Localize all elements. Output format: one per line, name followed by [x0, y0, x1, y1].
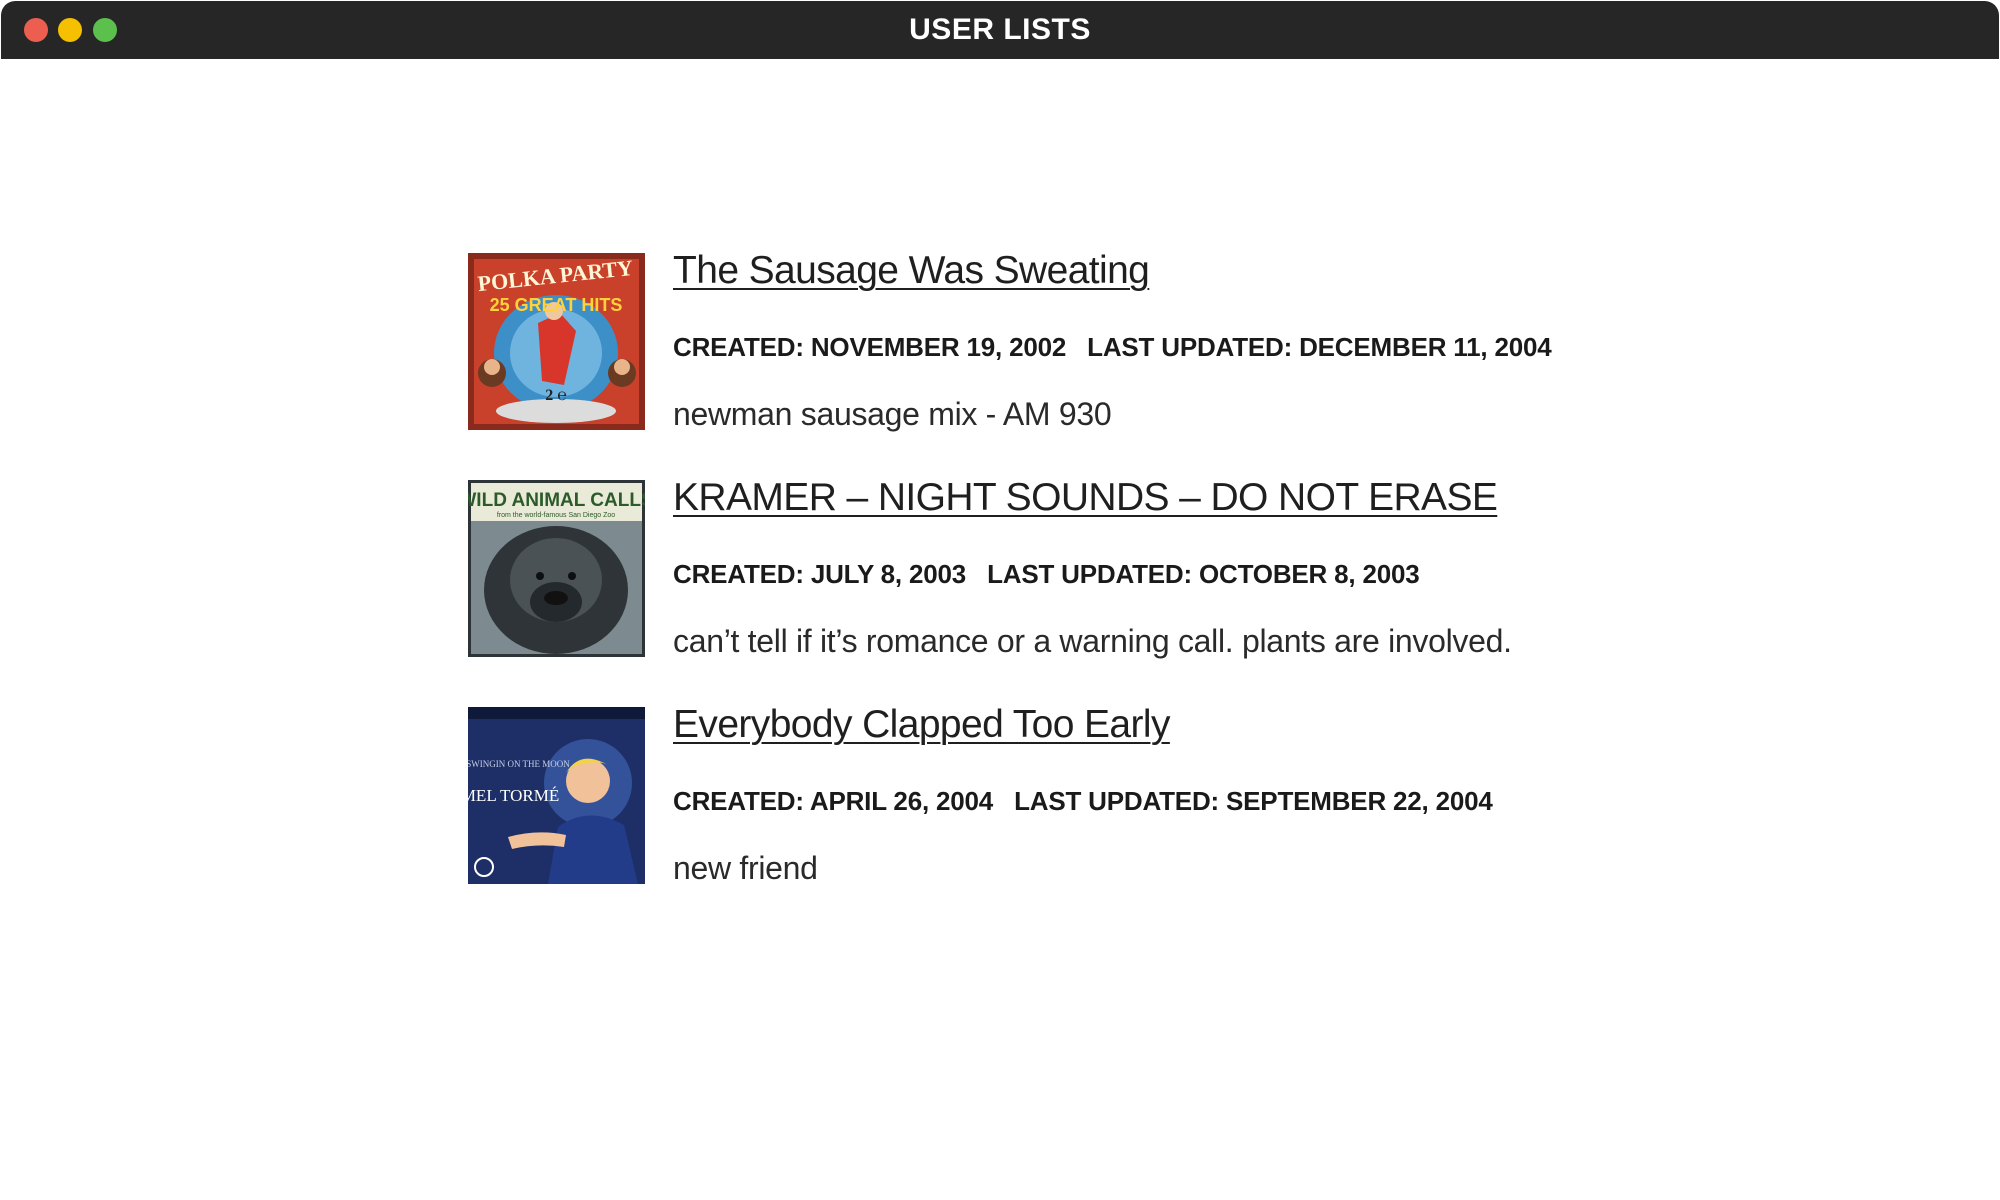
updated-label: LAST UPDATED: [1087, 332, 1293, 362]
created-date: NOVEMBER 19, 2002 [810, 332, 1067, 362]
svg-text:2 ℮: 2 ℮ [545, 387, 567, 404]
cover-text-line1: SWINGIN ON THE MOON [468, 759, 570, 769]
updated-date: SEPTEMBER 22, 2004 [1226, 786, 1493, 816]
user-lists: 2 ℮ POLKA PARTY 25 GREAT HITS The Sausag… [468, 249, 1668, 934]
album-cover-swingin-on-the-moon-icon[interactable]: SWINGIN ON THE MOON MEL TORMÉ [468, 707, 645, 884]
window-title: USER LISTS [909, 13, 1091, 46]
created-date: APRIL 26, 2004 [809, 786, 994, 816]
list-item-body: The Sausage Was Sweating CREATED: NOVEMB… [673, 249, 1673, 432]
list-title-link[interactable]: Everybody Clapped Too Early [673, 703, 1170, 747]
album-cover-polka-party-icon[interactable]: 2 ℮ POLKA PARTY 25 GREAT HITS [468, 253, 645, 430]
cover-text-line2: 25 GREAT HITS [490, 295, 623, 315]
list-description: newman sausage mix - AM 930 [673, 396, 1112, 432]
cover-text-line2: MEL TORMÉ [468, 786, 559, 805]
created-date: JULY 8, 2003 [810, 559, 967, 589]
title-bar: USER LISTS [1, 1, 1999, 59]
updated-label: LAST UPDATED: [1014, 786, 1219, 816]
created-label: CREATED: [673, 332, 804, 362]
cover-text-line2: from the world-famous San Diego Zoo [497, 512, 615, 519]
list-item-body: Everybody Clapped Too Early CREATED: APR… [673, 703, 1673, 886]
updated-label: LAST UPDATED: [987, 559, 1192, 589]
list-dates: CREATED: NOVEMBER 19, 2002 LAST UPDATED:… [673, 332, 1552, 363]
created-label: CREATED: [673, 559, 804, 589]
list-item: 2 ℮ POLKA PARTY 25 GREAT HITS The Sausag… [468, 249, 1668, 480]
list-item: SWINGIN ON THE MOON MEL TORMÉ Everybody … [468, 703, 1668, 934]
list-item: WILD ANIMAL CALLS from the world-famous … [468, 476, 1668, 707]
list-item-body: KRAMER – NIGHT SOUNDS – DO NOT ERASE CRE… [673, 476, 1673, 659]
cover-text-line1: WILD ANIMAL CALLS [468, 490, 645, 511]
list-dates: CREATED: APRIL 26, 2004 LAST UPDATED: SE… [673, 786, 1493, 817]
updated-date: OCTOBER 8, 2003 [1199, 559, 1420, 589]
created-label: CREATED: [673, 786, 804, 816]
app-window: USER LISTS 2 ℮ POLKA PARTY 25 GREAT HITS… [1, 1, 1999, 1199]
list-dates: CREATED: JULY 8, 2003 LAST UPDATED: OCTO… [673, 559, 1420, 590]
list-description: new friend [673, 850, 818, 886]
list-title-link[interactable]: KRAMER – NIGHT SOUNDS – DO NOT ERASE [673, 476, 1498, 520]
list-title-link[interactable]: The Sausage Was Sweating [673, 249, 1150, 293]
album-cover-wild-animal-calls-icon[interactable]: WILD ANIMAL CALLS from the world-famous … [468, 480, 645, 657]
updated-date: DECEMBER 11, 2004 [1299, 332, 1552, 362]
list-description: can’t tell if it’s romance or a warning … [673, 623, 1512, 659]
